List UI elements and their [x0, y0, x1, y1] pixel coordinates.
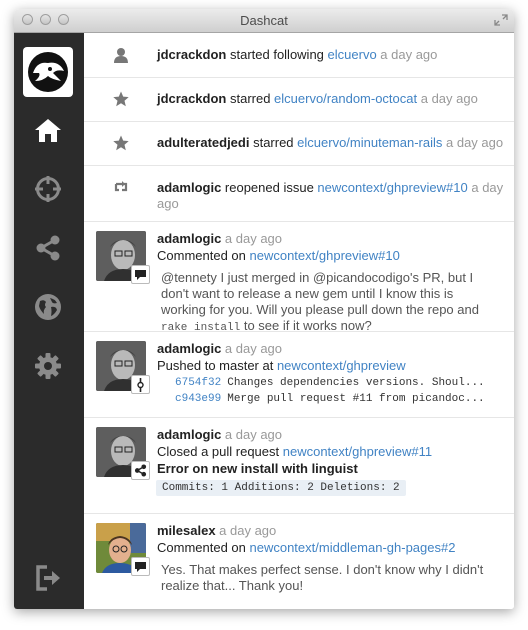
commit-sha-link[interactable]: c943e99: [175, 393, 221, 405]
commit-row: 6754f32 Changes dependencies versions. Sh…: [175, 376, 500, 390]
commit-message: Merge pull request #11 from picandoc...: [227, 393, 485, 405]
star-icon: [113, 91, 129, 107]
event-item: jdcrackdon starred elcuervo/random-octoc…: [84, 77, 514, 122]
event-action: Commented on: [157, 540, 250, 555]
event-action: started following: [226, 47, 328, 62]
event-time: a day ago: [221, 341, 283, 356]
event-time: a day ago: [215, 523, 277, 538]
target-link[interactable]: newcontext/ghpreview: [277, 358, 406, 373]
event-item: adamlogic reopened issue newcontext/ghpr…: [84, 165, 514, 222]
comment-icon: [135, 561, 146, 572]
event-time: a day ago: [221, 231, 283, 246]
event-item: milesalex a day ago Commented on newcont…: [84, 513, 514, 609]
actor-link[interactable]: jdcrackdon: [157, 47, 226, 62]
actor-link[interactable]: adamlogic: [157, 231, 221, 246]
pull-request-title[interactable]: Error on new install with linguist: [157, 461, 504, 477]
target-link[interactable]: elcuervo/minuteman-rails: [297, 135, 442, 150]
event-item: adamlogic a day ago Closed a pull reques…: [84, 417, 514, 514]
user-icon: [114, 48, 128, 63]
actor-link[interactable]: jdcrackdon: [157, 91, 226, 106]
target-link[interactable]: newcontext/ghpreview#11: [283, 444, 432, 459]
commit-icon: [137, 377, 144, 392]
comment-badge: [131, 557, 150, 576]
event-time: a day ago: [376, 47, 438, 62]
nav-globe[interactable]: [31, 290, 65, 324]
target-link[interactable]: elcuervo: [328, 47, 377, 62]
target-link[interactable]: newcontext/ghpreview#10: [317, 180, 467, 195]
nav-home[interactable]: [31, 113, 65, 147]
nav-logout[interactable]: [31, 561, 65, 595]
event-time: a day ago: [417, 91, 478, 106]
share-icon: [134, 464, 147, 477]
event-feed: jdcrackdon started following elcuervo a …: [84, 33, 514, 609]
commit-message: Changes dependencies versions. Shoul...: [227, 377, 485, 389]
actor-link[interactable]: adulteratedjedi: [157, 135, 249, 150]
comment-body: @tennety I just merged in @picandocodigo…: [161, 270, 500, 336]
event-time: a day ago: [442, 135, 504, 150]
comment-body: Yes. That makes perfect sense. I don't k…: [161, 562, 484, 593]
commit-row: c943e99 Merge pull request #11 from pican…: [175, 392, 500, 406]
target-link[interactable]: newcontext/ghpreview#10: [250, 248, 400, 263]
event-time-continued: ago: [157, 196, 179, 211]
octocat-logo[interactable]: [23, 47, 73, 97]
event-action: starred: [249, 135, 298, 150]
star-icon: [113, 135, 129, 151]
pull-request-badge: [131, 461, 150, 480]
event-action: Commented on: [157, 248, 250, 263]
target-link[interactable]: elcuervo/random-octocat: [274, 91, 417, 106]
event-action: Pushed to master at: [157, 358, 277, 373]
share-icon: [36, 235, 60, 261]
globe-icon: [35, 294, 61, 320]
event-item: adulteratedjedi starred elcuervo/minutem…: [84, 121, 514, 166]
event-action: starred: [226, 91, 275, 106]
fullscreen-icon[interactable]: [494, 14, 508, 26]
comment-badge: [131, 265, 150, 284]
app-window: Dashcat jdcrackdon started following elc…: [14, 9, 514, 609]
crosshair-icon: [35, 176, 61, 202]
commit-sha-link[interactable]: 6754f32: [175, 377, 221, 389]
event-time: a day: [467, 180, 504, 195]
pull-request-stats: Commits: 1 Additions: 2 Deletions: 2: [156, 480, 406, 496]
actor-link[interactable]: adamlogic: [157, 427, 221, 442]
issue-reopened-icon: [114, 181, 128, 192]
actor-link[interactable]: adamlogic: [157, 341, 221, 356]
home-icon: [35, 119, 61, 142]
event-time: a day ago: [221, 427, 283, 442]
comment-text: @tennety I just merged in @picandocodigo…: [161, 270, 479, 317]
event-item: jdcrackdon started following elcuervo a …: [84, 33, 514, 78]
nav-crosshair[interactable]: [31, 172, 65, 206]
event-item: adamlogic a day ago Pushed to master at …: [84, 331, 514, 418]
actor-link[interactable]: milesalex: [157, 523, 216, 538]
gear-icon: [35, 353, 61, 379]
nav-settings[interactable]: [31, 349, 65, 383]
title-bar: Dashcat: [14, 9, 514, 33]
nav-share[interactable]: [31, 231, 65, 265]
actor-link[interactable]: adamlogic: [157, 180, 221, 195]
event-item: adamlogic a day ago Commented on newcont…: [84, 221, 514, 334]
event-action: reopened issue: [221, 180, 318, 195]
commit-badge: [131, 375, 150, 394]
sidebar: [14, 33, 84, 609]
event-action: Closed a pull request: [157, 444, 283, 459]
window-title: Dashcat: [240, 13, 288, 28]
target-link[interactable]: newcontext/middleman-gh-pages#2: [250, 540, 456, 555]
sign-out-icon: [36, 565, 60, 591]
comment-icon: [135, 269, 146, 280]
